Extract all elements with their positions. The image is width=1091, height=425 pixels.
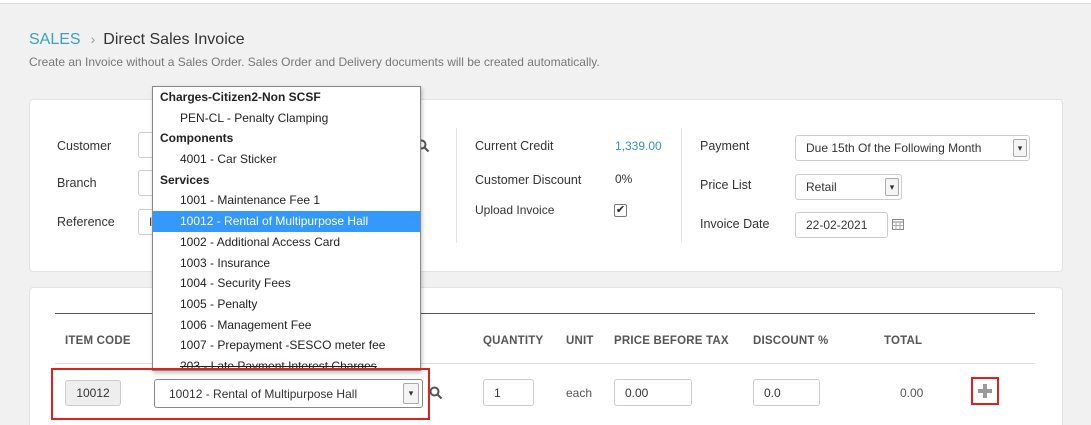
payment-label: Payment — [700, 139, 750, 153]
price-list-select[interactable]: Retail ▾ — [795, 174, 902, 200]
discount-input[interactable]: 0.0 — [753, 379, 820, 406]
item-search-icon[interactable] — [429, 386, 443, 400]
customer-discount-value: 0% — [615, 172, 633, 186]
page-subtitle: Create an Invoice without a Sales Order.… — [29, 55, 600, 69]
dropdown-group-services: Services — [160, 172, 210, 187]
item-dropdown-list[interactable]: Charges-Citizen2-Non SCSF PEN-CL - Penal… — [152, 86, 421, 371]
payment-select[interactable]: Due 15th Of the Following Month ▾ — [795, 135, 1030, 161]
breadcrumb-separator: › — [90, 31, 96, 47]
upload-invoice-label: Upload Invoice — [475, 203, 555, 217]
chevron-down-icon: ▾ — [403, 383, 419, 404]
current-credit-value: 1,339.00 — [615, 139, 662, 153]
unit-value: each — [566, 386, 593, 400]
item-select-value: 10012 - Rental of Multipurpose Hall — [169, 386, 358, 401]
payment-select-value: Due 15th Of the Following Month — [806, 141, 982, 155]
col-header-item-code: ITEM CODE — [65, 335, 131, 347]
dropdown-option[interactable]: 1004 - Security Fees — [153, 273, 420, 294]
branch-label: Branch — [57, 176, 97, 190]
discount-value: 0.0 — [764, 385, 781, 400]
dropdown-option-selected[interactable]: 10012 - Rental of Multipurpose Hall — [153, 211, 420, 232]
add-line-button[interactable] — [971, 377, 999, 405]
dropdown-option[interactable]: 1007 - Prepayment -SESCO meter fee — [153, 335, 420, 356]
dropdown-option[interactable]: 1002 - Additional Access Card — [153, 232, 420, 253]
col-header-price-before-tax: PRICE BEFORE TAX — [614, 335, 729, 347]
col-header-total: TOTAL — [884, 335, 923, 347]
current-credit-label: Current Credit — [475, 139, 554, 153]
reference-label: Reference — [57, 215, 115, 229]
quantity-input[interactable]: 1 — [483, 379, 534, 406]
invoice-date-label: Invoice Date — [700, 217, 770, 231]
customer-label: Customer — [57, 139, 112, 153]
item-code-value: 10012 — [65, 380, 121, 406]
dropdown-option[interactable]: PEN-CL - Penalty Clamping — [153, 108, 420, 129]
chevron-down-icon: ▾ — [885, 178, 899, 196]
dropdown-option[interactable]: 1003 - Insurance — [153, 253, 420, 274]
invoice-date-input[interactable]: 22-02-2021 — [795, 212, 888, 238]
dropdown-option[interactable]: 203 - Late Payment Interest Charges — [153, 356, 420, 370]
price-list-select-value: Retail — [806, 180, 837, 194]
dropdown-group-charges: Charges-Citizen2-Non SCSF — [160, 90, 321, 104]
top-bar — [0, 0, 1091, 4]
price-value: 0.00 — [625, 385, 649, 400]
item-select[interactable]: 10012 - Rental of Multipurpose Hall ▾ — [154, 379, 423, 408]
col-header-quantity: QUANTITY — [483, 335, 544, 347]
invoice-date-value: 22-02-2021 — [806, 218, 868, 232]
quantity-value: 1 — [494, 385, 501, 400]
plus-icon — [978, 384, 992, 398]
col-header-discount: DISCOUNT % — [753, 335, 829, 347]
dropdown-option[interactable]: 4001 - Car Sticker — [153, 149, 420, 170]
dropdown-option[interactable]: 1005 - Penalty — [153, 294, 420, 315]
breadcrumb-sales-link[interactable]: SALES — [29, 31, 81, 48]
dropdown-option[interactable]: 1001 - Maintenance Fee 1 — [153, 190, 420, 211]
calendar-icon[interactable] — [892, 218, 904, 230]
page-title: Direct Sales Invoice — [103, 31, 245, 48]
breadcrumb: SALES › Direct Sales Invoice — [29, 31, 245, 49]
column-divider — [456, 128, 457, 243]
dropdown-group-components: Components — [160, 131, 234, 146]
total-value: 0.00 — [900, 386, 924, 400]
price-input[interactable]: 0.00 — [614, 379, 692, 406]
upload-invoice-checkbox[interactable]: ✔ — [614, 204, 627, 217]
dropdown-option[interactable]: 1006 - Management Fee — [153, 315, 420, 336]
price-list-label: Price List — [700, 178, 752, 192]
customer-discount-label: Customer Discount — [475, 173, 582, 187]
chevron-down-icon: ▾ — [1013, 139, 1027, 157]
col-header-unit: UNIT — [566, 335, 594, 347]
column-divider-2 — [681, 128, 682, 243]
